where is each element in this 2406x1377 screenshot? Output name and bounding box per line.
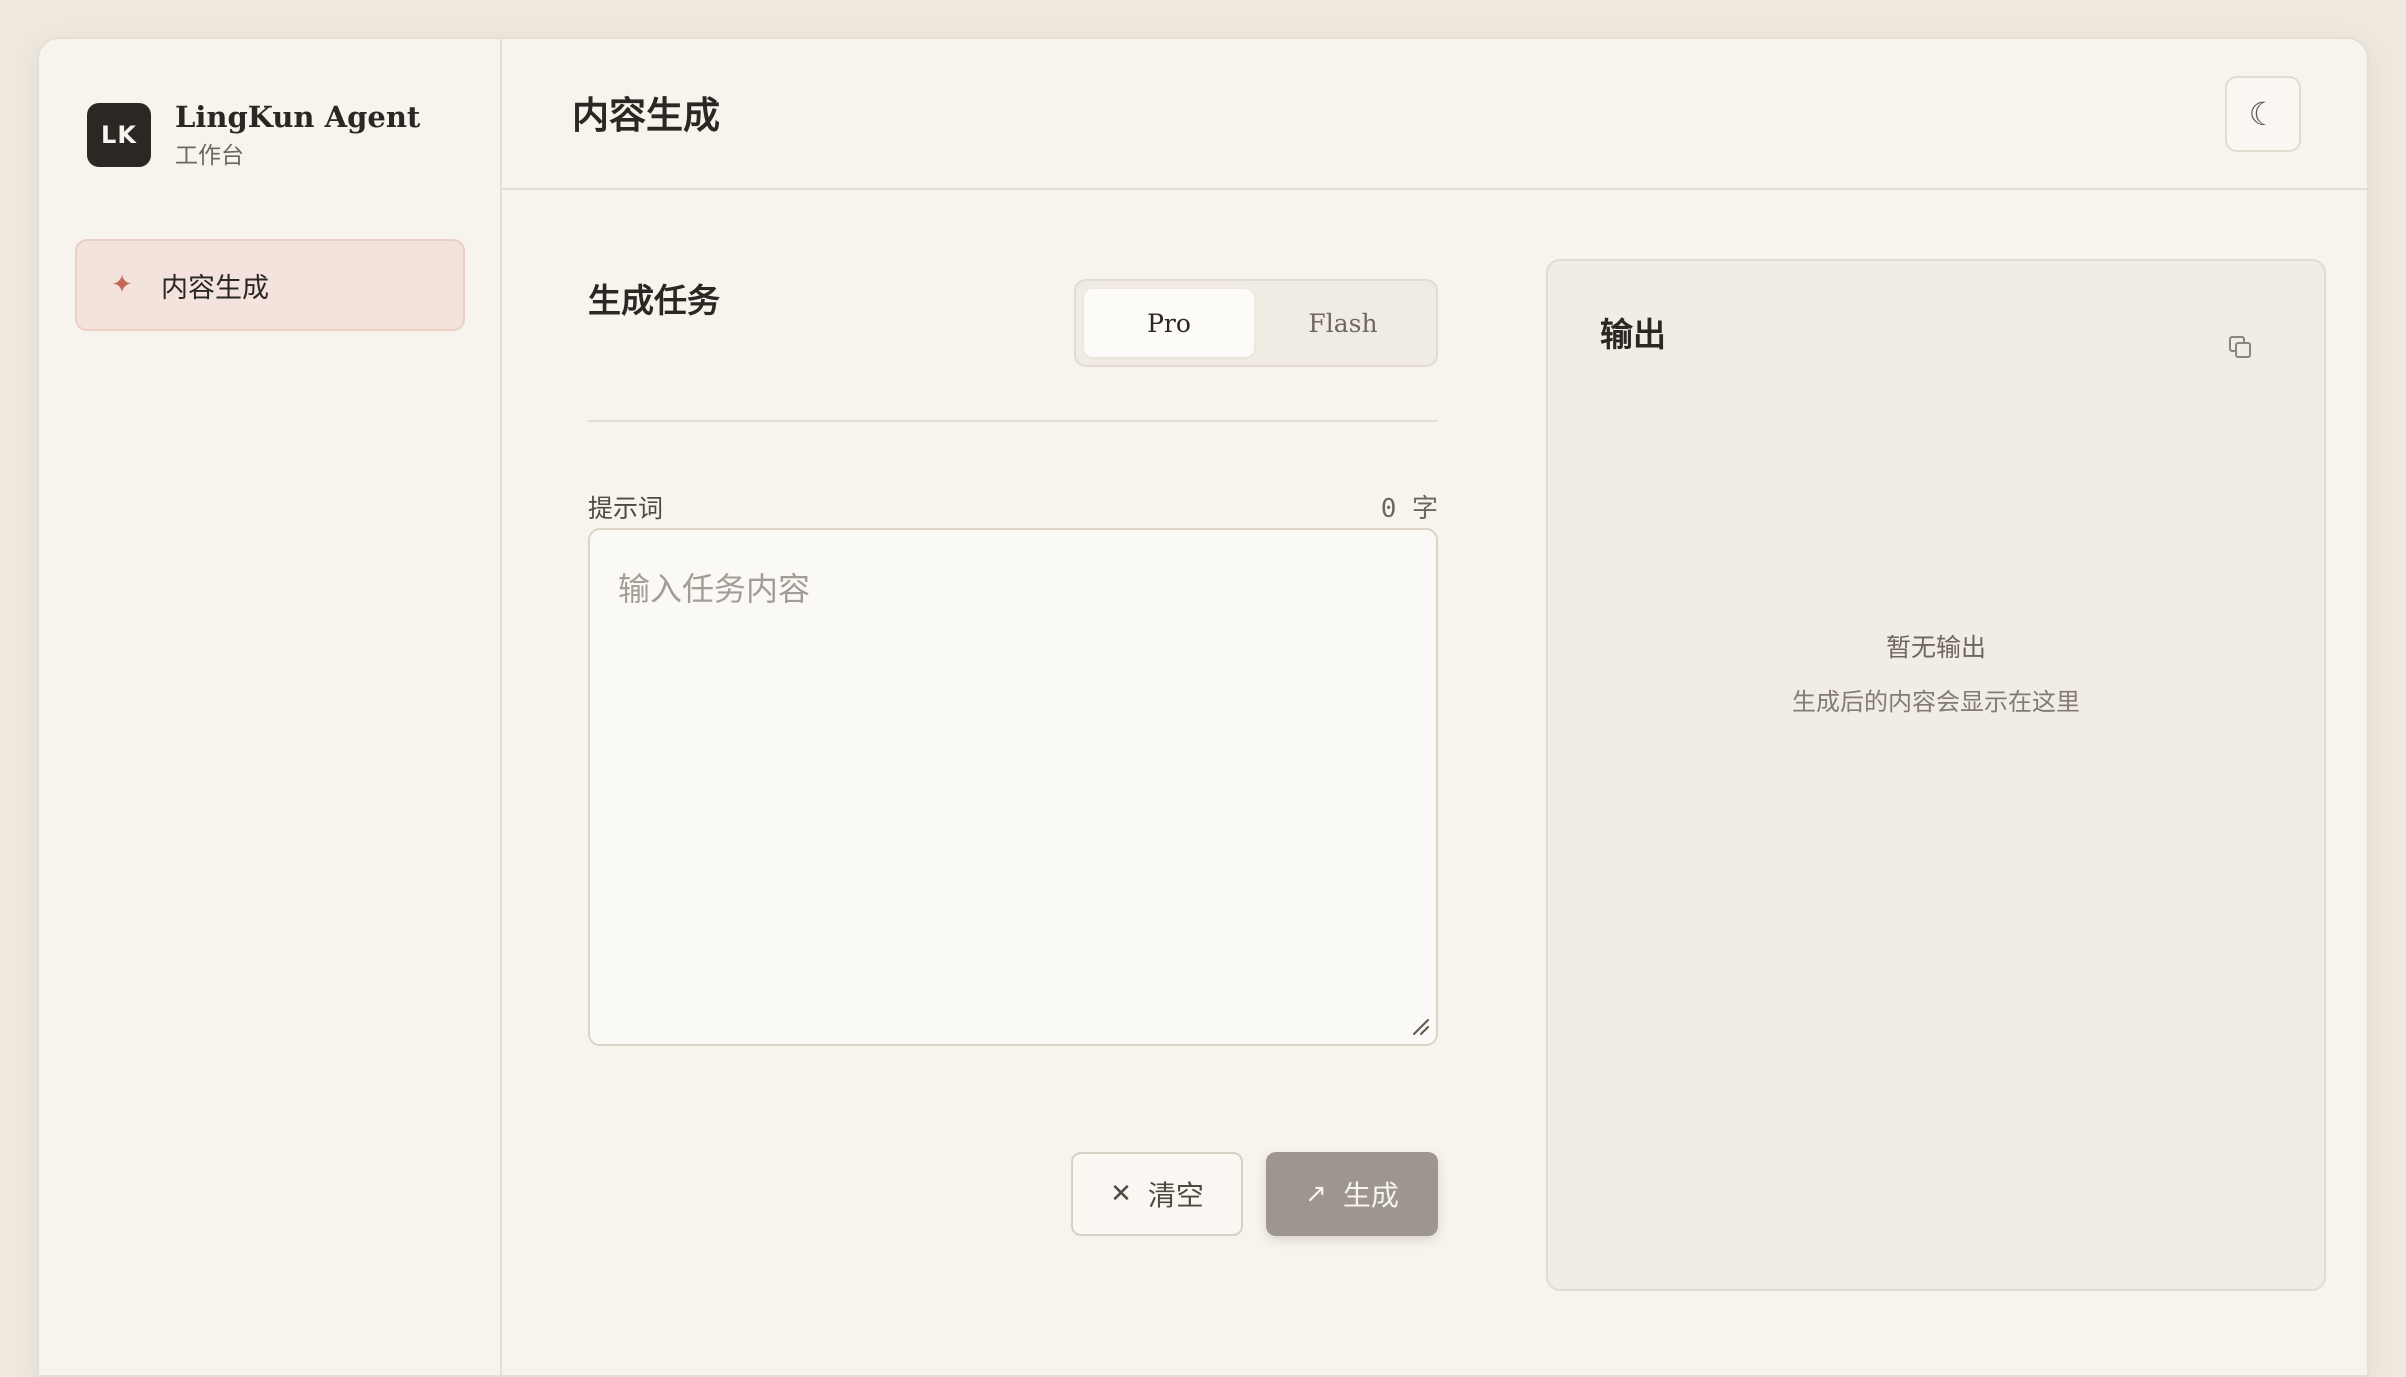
char-count: 0 字	[1380, 494, 1438, 524]
resize-handle-icon[interactable]	[1410, 1016, 1430, 1036]
brand-text: LingKun Agent 工作台	[175, 99, 420, 171]
x-icon: ✕	[1110, 1179, 1132, 1209]
divider	[588, 420, 1438, 422]
prompt-input[interactable]	[588, 528, 1438, 1046]
brand-subtitle: 工作台	[175, 143, 244, 169]
app-window: LK LingKun Agent 工作台 ✦ 内容生成 内容生成 ☾ 生成任务 …	[37, 37, 2369, 1377]
brand-logo: LK	[87, 103, 151, 167]
mode-option-pro[interactable]: Pro	[1084, 289, 1254, 357]
brand: LK LingKun Agent 工作台	[87, 99, 420, 171]
mode-toggle: Pro Flash	[1074, 279, 1438, 367]
sidebar-item-label: 内容生成	[161, 272, 269, 304]
clear-button[interactable]: ✕ 清空	[1071, 1152, 1243, 1236]
arrow-up-right-icon: ↗	[1305, 1179, 1327, 1209]
sidebar: LK LingKun Agent 工作台 ✦ 内容生成	[39, 39, 502, 1375]
generate-button-label: 生成	[1342, 1179, 1399, 1212]
output-title: 输出	[1600, 315, 1666, 354]
brand-name: LingKun Agent	[175, 100, 421, 134]
main-content: 内容生成 ☾ 生成任务 Pro Flash 提示词 0 字 ✕ 清空 ↗ 生成 …	[502, 39, 2367, 1375]
prompt-label: 提示词	[588, 494, 664, 523]
page-title: 内容生成	[572, 93, 720, 137]
generate-button[interactable]: ↗ 生成	[1266, 1152, 1438, 1236]
output-panel: 输出 暂无输出 生成后的内容会显示在这里	[1546, 259, 2326, 1291]
empty-state-subtitle: 生成后的内容会显示在这里	[1792, 688, 2080, 716]
moon-icon: ☾	[2248, 95, 2278, 133]
clear-button-label: 清空	[1147, 1179, 1204, 1212]
task-section-title: 生成任务	[588, 281, 720, 320]
sidebar-item-content-generation[interactable]: ✦ 内容生成	[75, 239, 465, 331]
theme-toggle-button[interactable]: ☾	[2225, 76, 2301, 152]
sparkle-icon: ✦	[111, 270, 133, 300]
copy-icon[interactable]	[2226, 333, 2254, 361]
empty-state-title: 暂无输出	[1885, 633, 1986, 662]
mode-option-flash[interactable]: Flash	[1258, 289, 1428, 357]
page-header: 内容生成 ☾	[502, 39, 2367, 190]
